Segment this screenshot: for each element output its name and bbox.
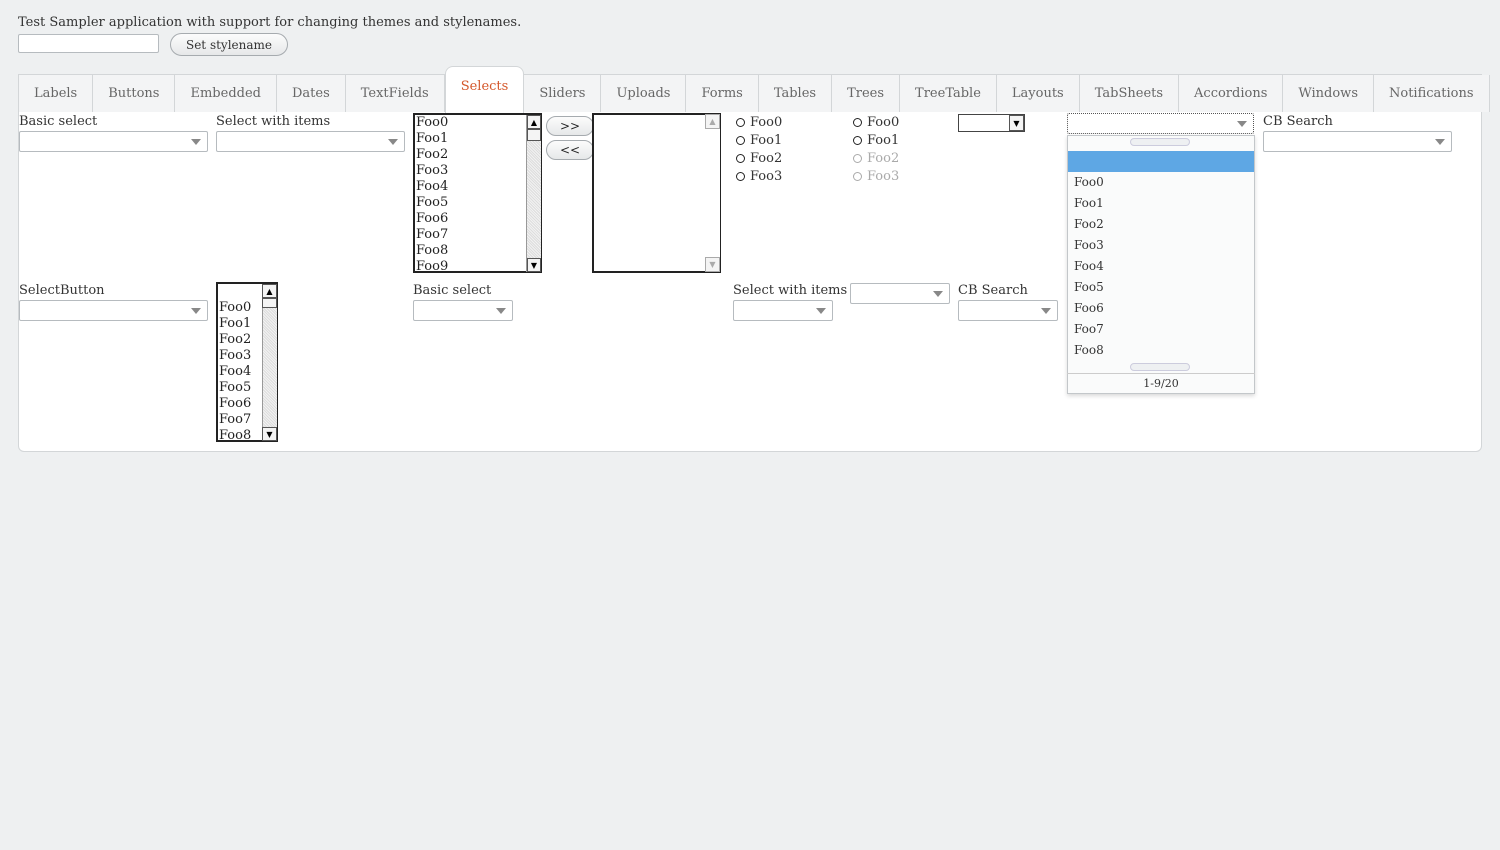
radio-icon[interactable] xyxy=(853,117,862,127)
select-with-items-combo-2[interactable] xyxy=(733,300,833,321)
radio-group-b: Foo0 Foo1 Foo2 Foo3 xyxy=(853,113,899,185)
radio-option[interactable]: Foo0 xyxy=(853,113,899,131)
tab-trees[interactable]: Trees xyxy=(832,75,901,112)
tab-labels[interactable]: Labels xyxy=(19,75,94,112)
radio-option[interactable]: Foo3 xyxy=(736,167,782,185)
basic-select-label-2: Basic select xyxy=(413,283,492,298)
cb-search-label: CB Search xyxy=(1263,114,1333,129)
popup-status: 1-9/20 xyxy=(1067,373,1255,393)
cb-search-combo[interactable] xyxy=(1263,131,1452,152)
popup-item[interactable]: Foo0 xyxy=(1068,172,1254,193)
tab-embedded[interactable]: Embedded xyxy=(175,75,277,112)
radio-option-disabled: Foo3 xyxy=(853,167,899,185)
open-combo[interactable] xyxy=(1067,113,1254,134)
twincol-options-list[interactable]: Foo0 Foo1 Foo2 Foo3 Foo4 Foo5 Foo6 Foo7 … xyxy=(413,113,542,273)
scroll-up-icon[interactable]: ▲ xyxy=(262,284,277,298)
popup-item[interactable]: Foo4 xyxy=(1068,256,1254,277)
tab-tabsheets[interactable]: TabSheets xyxy=(1079,75,1180,112)
select-with-items-label-2: Select with items xyxy=(733,283,848,298)
radio-option[interactable]: Foo0 xyxy=(736,113,782,131)
radio-icon[interactable] xyxy=(853,135,862,145)
list-item[interactable]: Foo2 xyxy=(415,147,541,163)
tab-tables[interactable]: Tables xyxy=(758,75,833,112)
dropdown-arrow-icon[interactable]: ▼ xyxy=(1009,115,1024,131)
select-with-items-label: Select with items xyxy=(216,114,331,129)
radio-icon[interactable] xyxy=(736,153,745,163)
scroll-up-icon[interactable]: ▲ xyxy=(527,115,541,129)
popup-prev-page-icon[interactable] xyxy=(1130,138,1190,146)
list-item[interactable]: Foo6 xyxy=(415,211,541,227)
list-item[interactable]: Foo0 xyxy=(415,115,541,131)
tab-layouts[interactable]: Layouts xyxy=(996,75,1080,112)
list-item[interactable]: Foo4 xyxy=(415,179,541,195)
stylename-input[interactable] xyxy=(18,34,159,53)
list-item[interactable]: Foo1 xyxy=(415,131,541,147)
radio-option-disabled: Foo2 xyxy=(853,149,899,167)
basic-select-combo[interactable] xyxy=(19,131,208,152)
scroll-down-icon[interactable]: ▼ xyxy=(527,258,541,272)
tab-windows[interactable]: Windows xyxy=(1283,75,1374,112)
set-stylename-button[interactable]: Set stylename xyxy=(170,33,288,56)
list-item[interactable]: Foo9 xyxy=(415,259,541,271)
popup-item[interactable]: Foo5 xyxy=(1068,277,1254,298)
move-left-button[interactable]: << xyxy=(546,140,594,160)
tab-sliders[interactable]: Sliders xyxy=(524,75,602,112)
basic-select-label: Basic select xyxy=(19,114,98,129)
tab-forms[interactable]: Forms xyxy=(686,75,759,112)
radio-group-a: Foo0 Foo1 Foo2 Foo3 xyxy=(736,113,782,185)
radio-option[interactable]: Foo1 xyxy=(736,131,782,149)
scroll-down-icon[interactable]: ▼ xyxy=(705,257,720,272)
radio-icon[interactable] xyxy=(736,135,745,145)
popup-next-page-icon[interactable] xyxy=(1130,363,1190,371)
tab-bar: Labels Buttons Embedded Dates TextFields… xyxy=(18,66,1490,113)
tab-notifications[interactable]: Notifications xyxy=(1374,75,1490,112)
radio-icon xyxy=(853,153,862,163)
cb-search-combo-2[interactable] xyxy=(958,300,1058,321)
tab-buttons[interactable]: Buttons xyxy=(93,75,176,112)
tab-uploads[interactable]: Uploads xyxy=(601,75,687,112)
popup-item[interactable]: Foo7 xyxy=(1068,319,1254,340)
twincol-selected-list[interactable] xyxy=(592,113,721,273)
radio-icon xyxy=(853,171,862,181)
radio-icon[interactable] xyxy=(736,171,745,181)
selectbutton-label: SelectButton xyxy=(19,283,105,298)
list-item[interactable]: Foo5 xyxy=(415,195,541,211)
move-right-button[interactable]: >> xyxy=(546,116,594,136)
list-item[interactable]: Foo7 xyxy=(415,227,541,243)
list-item[interactable]: Foo8 xyxy=(415,243,541,259)
inline-select-combo[interactable] xyxy=(850,283,950,304)
radio-icon[interactable] xyxy=(736,117,745,127)
scroll-up-icon[interactable]: ▲ xyxy=(705,114,720,129)
popup-item[interactable]: Foo3 xyxy=(1068,235,1254,256)
selectbutton-combo[interactable] xyxy=(19,300,208,321)
radio-option[interactable]: Foo2 xyxy=(736,149,782,167)
basic-select-combo-2[interactable] xyxy=(413,300,513,321)
tab-accordions[interactable]: Accordions xyxy=(1179,75,1284,112)
list-item[interactable]: Foo3 xyxy=(415,163,541,179)
scroll-down-icon[interactable]: ▼ xyxy=(262,427,277,441)
popup-item[interactable]: Foo1 xyxy=(1068,193,1254,214)
scroll-thumb[interactable] xyxy=(262,298,277,308)
popup-item[interactable]: Foo8 xyxy=(1068,340,1254,361)
combo-popup: Foo0 Foo1 Foo2 Foo3 Foo4 Foo5 Foo6 Foo7 … xyxy=(1067,135,1255,394)
popup-item-empty[interactable] xyxy=(1068,151,1254,172)
tab-textfields[interactable]: TextFields xyxy=(345,75,445,112)
app-description: Test Sampler application with support fo… xyxy=(18,15,522,30)
tab-treetable[interactable]: TreeTable xyxy=(900,75,997,112)
scroll-thumb[interactable] xyxy=(527,129,541,141)
cb-search-label-2: CB Search xyxy=(958,283,1028,298)
popup-item[interactable]: Foo2 xyxy=(1068,214,1254,235)
tab-selects[interactable]: Selects xyxy=(444,66,525,113)
tab-dates[interactable]: Dates xyxy=(276,75,346,112)
radio-option[interactable]: Foo1 xyxy=(853,131,899,149)
popup-item[interactable]: Foo6 xyxy=(1068,298,1254,319)
select-with-items-combo[interactable] xyxy=(216,131,405,152)
